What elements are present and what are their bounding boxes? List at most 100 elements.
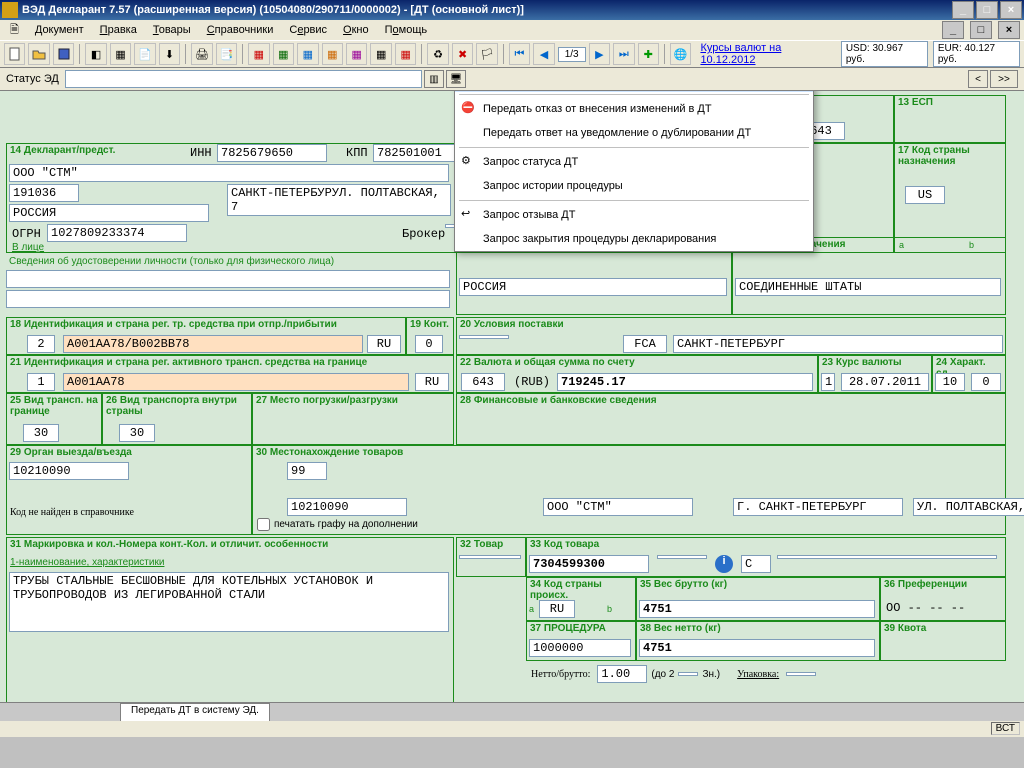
app-menu-icon[interactable]: 🗎 — [4, 19, 25, 42]
field-32-input[interactable] — [459, 555, 521, 559]
up-input[interactable] — [786, 672, 816, 676]
mdi-maximize-button[interactable]: □ — [970, 21, 992, 39]
country-input[interactable]: РОССИЯ — [9, 204, 209, 222]
field-33-b[interactable] — [657, 555, 707, 559]
nb-dec[interactable] — [678, 672, 698, 676]
print-icon[interactable]: 🖨 — [191, 43, 212, 65]
maximize-button[interactable]: □ — [976, 1, 998, 19]
menu-help[interactable]: Помощь — [379, 22, 434, 38]
inn-input[interactable]: 7825679650 — [217, 144, 327, 162]
nb-input[interactable]: 1.00 — [597, 665, 647, 683]
open-icon[interactable] — [28, 43, 49, 65]
menu-window[interactable]: Окно — [337, 22, 375, 38]
org-input[interactable]: ООО "СТМ" — [9, 164, 449, 182]
tool-icon[interactable]: ◧ — [85, 43, 106, 65]
idinfo-input2[interactable] — [6, 290, 450, 308]
menu-item-close[interactable]: Запрос закрытия процедуры декларирования — [455, 227, 813, 251]
rates-link[interactable]: Курсы валют на 10.12.2012 — [700, 42, 835, 66]
mdi-close-button[interactable]: × — [998, 21, 1020, 39]
field-33-d[interactable] — [777, 555, 997, 559]
field-20-b[interactable]: САНКТ-ПЕТЕРБУРГ — [673, 335, 1003, 353]
menu-item-recall[interactable]: ↩Запрос отзыва ДТ — [455, 203, 813, 227]
field-29-input[interactable]: 10210090 — [9, 462, 129, 480]
status-tab[interactable]: Передать ДТ в систему ЭД. — [120, 703, 270, 721]
field-23-a[interactable]: 1 — [821, 373, 835, 391]
field-16-input[interactable]: РОССИЯ — [459, 278, 727, 296]
field-18-id[interactable]: А001АА78/В002ВВ78 — [63, 335, 363, 353]
field-18-c[interactable]: RU — [367, 335, 401, 353]
field-17n-input[interactable]: СОЕДИНЕННЫЕ ШТАТЫ — [735, 278, 1001, 296]
tool-icon[interactable]: ▦ — [370, 43, 391, 65]
info-icon[interactable]: i — [715, 555, 733, 573]
menu-item-status[interactable]: ⚙Запрос статуса ДТ — [455, 150, 813, 174]
new-icon[interactable] — [4, 43, 25, 65]
field-18-n[interactable]: 2 — [27, 335, 55, 353]
tool-button[interactable]: ▥ — [424, 70, 444, 88]
add-icon[interactable]: ✚ — [638, 43, 659, 65]
save-icon[interactable] — [53, 43, 74, 65]
field-22-a[interactable]: 643 — [461, 373, 505, 391]
menu-goods[interactable]: Товары — [147, 22, 197, 38]
tool-icon[interactable]: ▦ — [395, 43, 416, 65]
field-33-input[interactable]: 7304599300 — [529, 555, 649, 573]
last-icon[interactable]: ⏭ — [613, 43, 634, 65]
first-icon[interactable]: ⏮ — [509, 43, 530, 65]
field-31-text[interactable]: ТРУБЫ СТАЛЬНЫЕ БЕСШОВНЫЕ ДЛЯ КОТЕЛЬНЫХ У… — [9, 572, 449, 632]
field-38-input[interactable]: 4751 — [639, 639, 875, 657]
up-label[interactable]: Упаковка: — [734, 668, 782, 681]
flag-icon[interactable]: 🏳 — [476, 43, 497, 65]
nav-prev-button[interactable]: < — [968, 70, 988, 88]
mdi-minimize-button[interactable]: _ — [942, 21, 964, 39]
tool-icon[interactable]: ▦ — [248, 43, 269, 65]
field-21-id[interactable]: А001АА78 — [63, 373, 409, 391]
field-30-c[interactable]: Г. САНКТ-ПЕТЕРБУРГ — [733, 498, 903, 516]
field-19-input[interactable]: 0 — [415, 335, 443, 353]
menu-item-refuse[interactable]: ⛔Передать отказ от внесения изменений в … — [455, 97, 813, 121]
idinfo-input[interactable] — [6, 270, 450, 288]
menu-item-history[interactable]: Запрос истории процедуры — [455, 174, 813, 198]
field-36-input[interactable]: ОО -- -- -- — [883, 600, 968, 616]
field-25-input[interactable]: 30 — [23, 424, 59, 442]
tool-icon[interactable]: ▦ — [273, 43, 294, 65]
tool-icon[interactable]: ⬇ — [159, 43, 180, 65]
field-30-v[interactable]: 99 — [287, 462, 327, 480]
field-30-checkbox[interactable]: печатать графу на дополнении — [257, 518, 418, 531]
field-26-input[interactable]: 30 — [119, 424, 155, 442]
menu-item-send-dt[interactable]: 📨Передать ДТ — [455, 91, 813, 92]
prev-icon[interactable]: ◀ — [533, 43, 554, 65]
field-20-a[interactable]: FCA — [623, 335, 667, 353]
tool-icon[interactable]: ▦ — [346, 43, 367, 65]
field-24-b[interactable]: 0 — [971, 373, 1001, 391]
field-17-input[interactable]: US — [905, 186, 945, 204]
field-30-d[interactable]: УЛ. ПОЛТАВСКАЯ, 7 — [913, 498, 1024, 516]
refresh-icon[interactable]: ♻ — [427, 43, 448, 65]
tool-icon[interactable]: ▦ — [322, 43, 343, 65]
nav-more-button[interactable]: >> — [990, 70, 1018, 88]
menu-document[interactable]: Документ — [29, 22, 90, 38]
tool-icon[interactable]: ▦ — [110, 43, 131, 65]
tool-button[interactable]: 🖥 — [446, 70, 466, 88]
field-21-c[interactable]: RU — [415, 373, 449, 391]
field-30-a[interactable]: 10210090 — [287, 498, 407, 516]
tool-icon[interactable]: 📑 — [216, 43, 237, 65]
field-30-b[interactable]: ООО "СТМ" — [543, 498, 693, 516]
ogrn-input[interactable]: 1027809233374 — [47, 224, 187, 242]
close-button[interactable]: × — [1000, 1, 1022, 19]
field-35-input[interactable]: 4751 — [639, 600, 875, 618]
field-34-input[interactable]: RU — [539, 600, 575, 618]
globe-icon[interactable]: 🌐 — [670, 43, 691, 65]
menu-edit[interactable]: Правка — [94, 22, 143, 38]
field-33-c[interactable]: С — [741, 555, 771, 573]
menu-refs[interactable]: Справочники — [201, 22, 280, 38]
zip-input[interactable]: 191036 — [9, 184, 79, 202]
field-21-n[interactable]: 1 — [27, 373, 55, 391]
field-24-a[interactable]: 10 — [935, 373, 965, 391]
next-icon[interactable]: ▶ — [589, 43, 610, 65]
field-22-c[interactable]: 719245.17 — [557, 373, 813, 391]
field-20-blank[interactable] — [459, 335, 509, 339]
minimize-button[interactable]: _ — [952, 1, 974, 19]
delete-icon[interactable]: ✖ — [452, 43, 473, 65]
field-37-input[interactable]: 1000000 — [529, 639, 631, 657]
tool-icon[interactable]: ▦ — [297, 43, 318, 65]
copy-icon[interactable]: 📄 — [134, 43, 155, 65]
